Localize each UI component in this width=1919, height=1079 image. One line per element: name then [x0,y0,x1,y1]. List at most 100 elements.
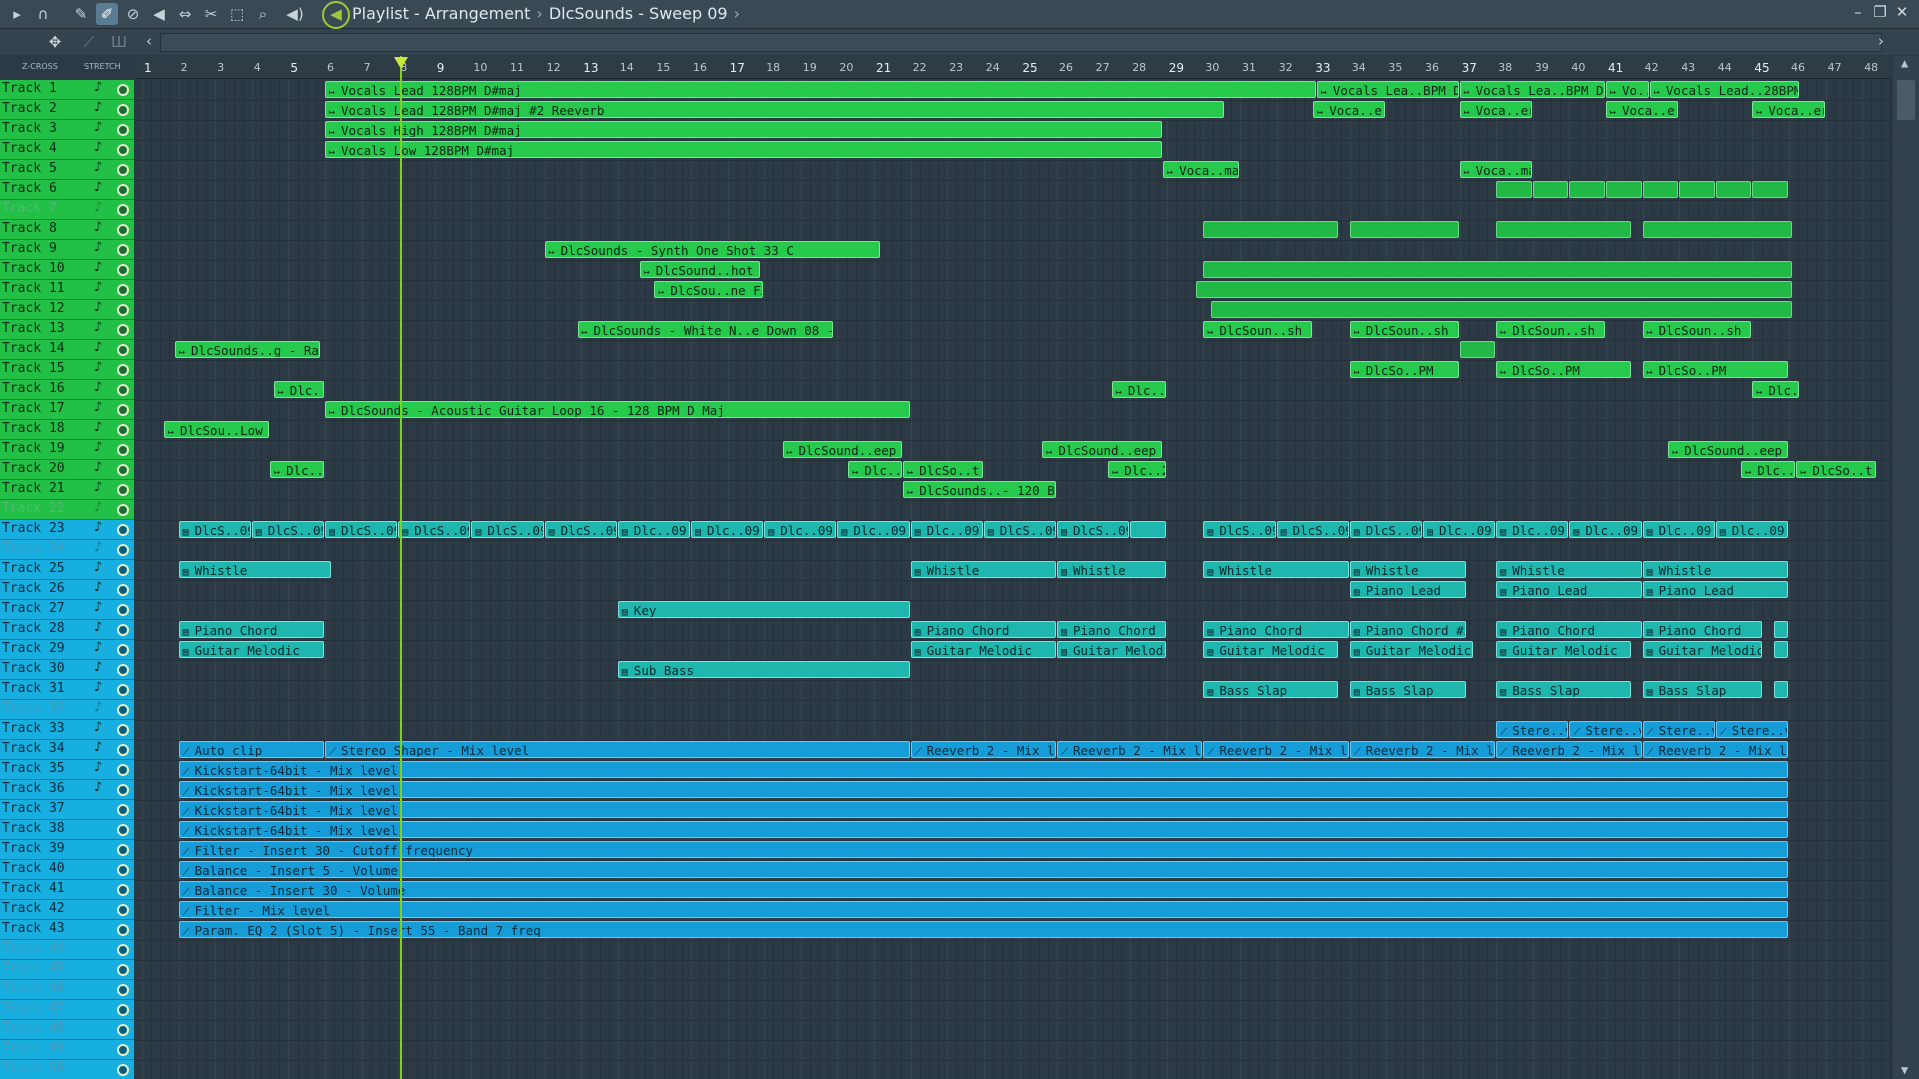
playlist-clip[interactable]: ↦ Dlc..7 [1752,381,1799,398]
playlist-clip[interactable]: ▤ Piano Lead [1496,581,1642,598]
playlist-clip[interactable] [1679,181,1715,198]
playlist-clip[interactable] [1642,181,1679,198]
playlist-clip[interactable]: ▤ Dlc..09 D [837,521,910,538]
playlist-clip[interactable]: ▤ Guitar Melodic [178,641,324,658]
playlist-clip[interactable]: ⟋ Auto clip [178,741,324,758]
mute-toggle-icon[interactable] [117,344,129,356]
mute-toggle-icon[interactable] [117,484,129,496]
playlist-clip[interactable]: ⟋ Stere..vel [1496,721,1569,738]
track-header[interactable]: Track 30 ♪ [0,660,134,680]
track-header[interactable]: Track 41 [0,880,134,900]
playlist-clip[interactable]: ↦ DlcSounds - Synth One Shot 33 C [544,241,881,258]
track-header[interactable]: Track 13 ♪ [0,320,134,340]
mute-toggle-icon[interactable] [117,1024,129,1036]
playlist-clip[interactable]: ⟋ Reeverb 2 - Mix level [1496,741,1642,758]
playlist-clip[interactable] [1496,181,1532,198]
mute-toggle-icon[interactable] [117,844,129,856]
playlist-clip[interactable]: ↦ Vocals Low 128BPM D#maj [325,141,1163,158]
track-header[interactable]: Track 42 [0,900,134,920]
delete-icon[interactable]: ⊘ [122,3,144,25]
mute-toggle-icon[interactable] [117,304,129,316]
playlist-clip[interactable]: ▤ Whistle [1496,561,1642,578]
zcross-toggle[interactable]: Z-CROSS [22,62,58,71]
playlist-clip[interactable]: ▤ Piano Chord [1057,621,1166,638]
stretch-toggle[interactable]: STRETCH [84,62,121,71]
track-header[interactable]: Track 12 ♪ [0,300,134,320]
track-header[interactable]: Track 20 ♪ [0,460,134,480]
playlist-clip[interactable]: ↦ Vocals Lead 128BPM D#maj [325,81,1316,98]
mute-toggle-icon[interactable] [117,524,129,536]
select-icon[interactable]: ⬚ [226,3,248,25]
track-header[interactable]: Track 34 ♪ [0,740,134,760]
playlist-clip[interactable]: ↦ Voca..erb [1313,101,1386,118]
track-header[interactable]: Track 27 ♪ [0,600,134,620]
playlist-clip[interactable] [1606,181,1642,198]
restore-button[interactable]: ❐ [1869,3,1891,21]
playlist-clip[interactable]: ⟋ Reeverb 2 - Mix level [910,741,1056,758]
mute-toggle-icon[interactable] [117,904,129,916]
playlist-clip[interactable]: ↦ DlcSo..t 31 [903,461,983,478]
playlist-clip[interactable] [1642,221,1792,238]
playlist-clip[interactable]: ↦ Vocals Lead..28BPM D#maj [1649,81,1799,98]
mute-toggle-icon[interactable] [117,284,129,296]
mute-toggle-icon[interactable] [117,544,129,556]
track-header[interactable]: Track 29 ♪ [0,640,134,660]
track-header[interactable]: Track 50 [0,1060,134,1079]
playlist-clip[interactable]: ↦ DlcSound..eep 09 [1042,441,1163,458]
mute-icon[interactable]: ◀ [148,3,170,25]
playlist-clip[interactable]: ⟋ Stere..vel [1715,721,1788,738]
mute-toggle-icon[interactable] [117,504,129,516]
playlist-clip[interactable]: ▤ Dlc..09 D [1423,521,1496,538]
track-header[interactable]: Track 35 ♪ [0,760,134,780]
track-header[interactable]: Track 37 [0,800,134,820]
track-header[interactable]: Track 46 [0,980,134,1000]
keys-icon[interactable]: Ш [108,31,130,53]
mute-toggle-icon[interactable] [117,264,129,276]
mute-toggle-icon[interactable] [117,104,129,116]
mute-toggle-icon[interactable] [117,324,129,336]
mute-toggle-icon[interactable] [117,584,129,596]
pencil-icon[interactable]: ✎ [70,3,92,25]
playlist-clip[interactable]: ▤ Key [617,601,910,618]
mute-toggle-icon[interactable] [117,1004,129,1016]
playlist-clip[interactable]: ⟋ Filter - Mix level [178,901,1788,918]
mute-toggle-icon[interactable] [117,624,129,636]
playlist-clip[interactable]: ⟋ Stere..vel [1569,721,1642,738]
playlist-clip[interactable]: ▤ Guitar Melodic [1057,641,1166,658]
playlist-clip[interactable]: ▤ Guitar Melodic [1349,641,1474,658]
playlist-clip[interactable]: ↦ DlcSound..eep 09 [782,441,903,458]
playlist-clip[interactable]: ▤ Dlc..09 D [764,521,837,538]
playlist-clip[interactable]: ▤ Piano Chord [1642,621,1763,638]
playlist-clip[interactable]: ↦ Dlc..2 [848,461,903,478]
scroll-left-icon[interactable]: ‹ [146,32,152,50]
track-header[interactable]: Track 44 [0,940,134,960]
mute-toggle-icon[interactable] [117,244,129,256]
track-header[interactable]: Track 9 ♪ [0,240,134,260]
mute-toggle-icon[interactable] [117,444,129,456]
mute-toggle-icon[interactable] [117,664,129,676]
magnet-icon[interactable]: ∩ [32,3,54,25]
playlist-clip[interactable]: ▤ DlcS..09 D [544,521,617,538]
playlist-clip[interactable]: ▤ DlcS..09 D [178,521,251,538]
playlist-clip[interactable] [1130,521,1166,538]
playlist-clip[interactable]: ↦ DlcSo..PM [1642,361,1788,378]
playlist-clip[interactable]: ↦ Voca..maj [1459,161,1532,178]
track-header[interactable]: Track 45 [0,960,134,980]
playlist-clip[interactable]: ▤ Whistle [1057,561,1166,578]
track-header[interactable]: Track 22 ♪ [0,500,134,520]
playlist-clip[interactable]: ▤ Piano Chord [1496,621,1642,638]
playlist-clip[interactable]: ↦ DlcSou..ne FX 03 [654,281,764,298]
playlist-clip[interactable]: ▤ Whistle [910,561,1056,578]
mute-toggle-icon[interactable] [117,924,129,936]
playlist-clip[interactable]: ↦ DlcSound..hot 01 C [639,261,760,278]
playlist-clip[interactable]: ⟋ Reeverb 2 - Mix level [1203,741,1349,758]
track-header[interactable]: Track 3 ♪ [0,120,134,140]
mute-toggle-icon[interactable] [117,184,129,196]
mute-toggle-icon[interactable] [117,1044,129,1056]
playlist-clip[interactable]: ⟋ Reeverb 2 - Mix level [1057,741,1203,758]
vertical-scroll-thumb[interactable] [1897,80,1915,120]
mute-toggle-icon[interactable] [117,744,129,756]
playlist-icon[interactable]: ◀ [322,1,350,29]
waveform-icon[interactable]: ✥ [44,31,66,53]
track-header[interactable]: Track 36 ♪ [0,780,134,800]
